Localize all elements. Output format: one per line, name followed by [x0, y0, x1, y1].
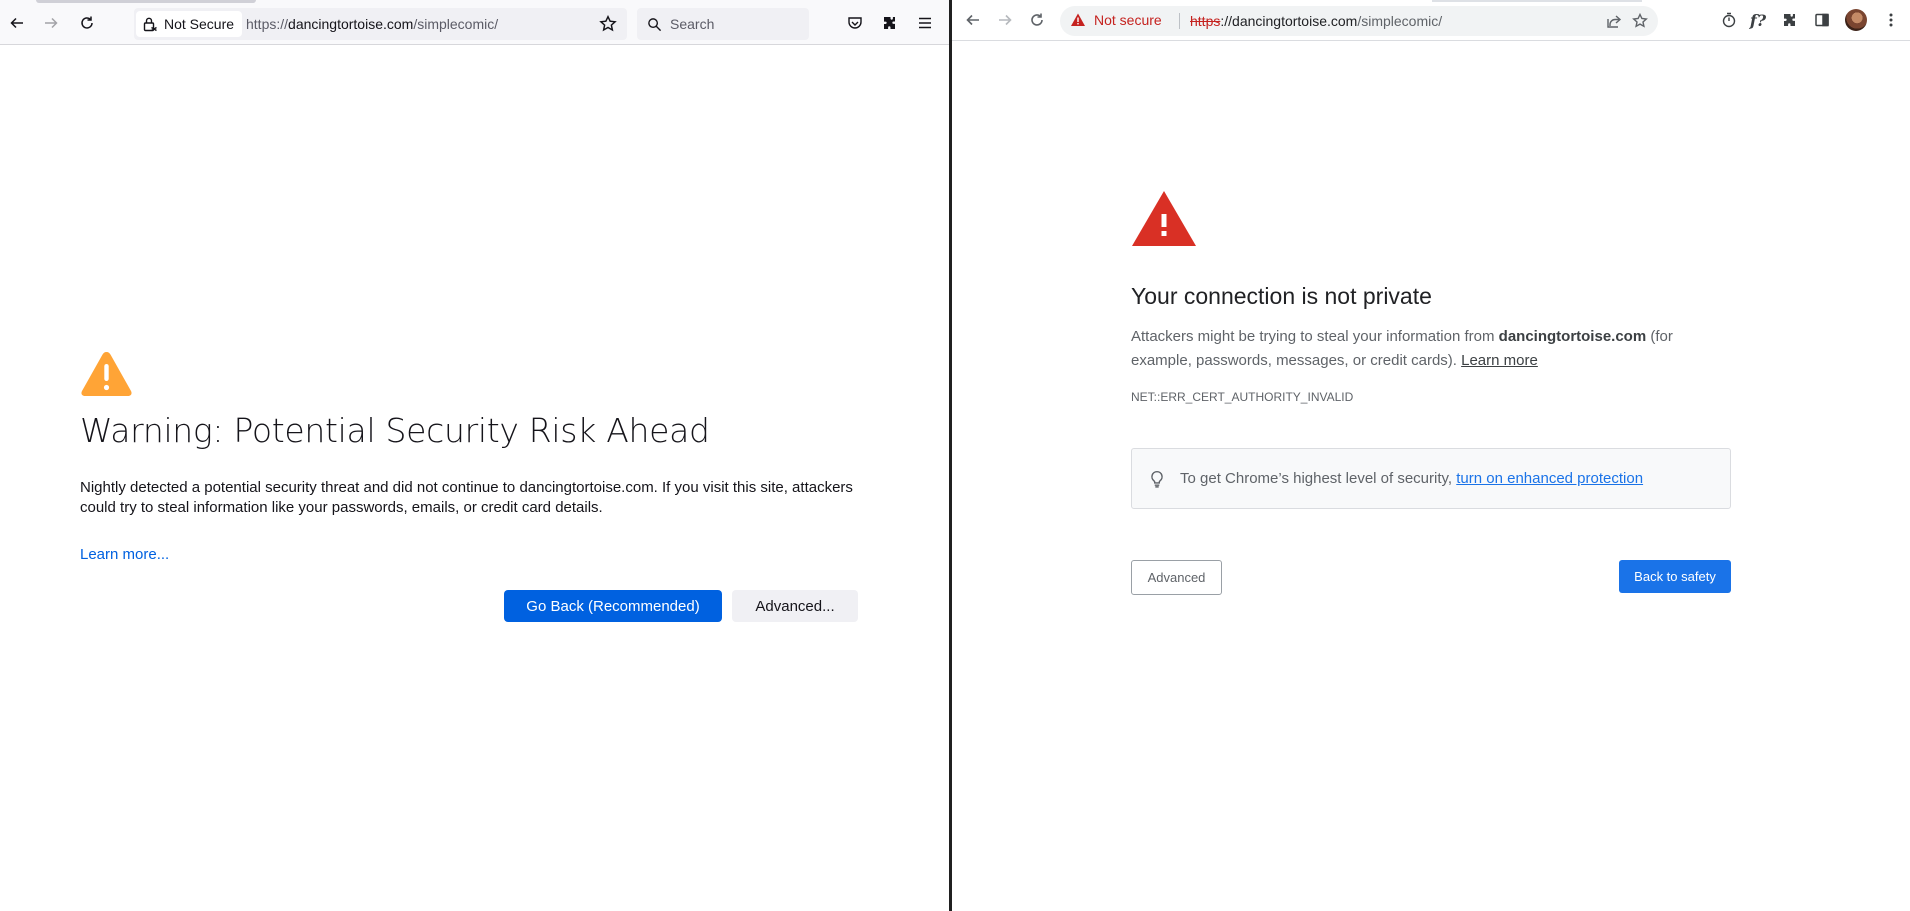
extensions-puzzle-icon[interactable]: [1781, 11, 1799, 29]
error-description: Nightly detected a potential security th…: [80, 479, 853, 516]
action-buttons: Go Back (Recommended) Advanced...: [504, 590, 858, 622]
menu-icon[interactable]: [915, 13, 935, 33]
warning-triangle-icon: [1071, 13, 1085, 26]
omnibox[interactable]: Not secure https://dancingtortoise.com/s…: [1060, 6, 1658, 36]
fx-extension-icon[interactable]: f?: [1749, 11, 1767, 30]
page-title: Your connection is not private: [1131, 283, 1432, 309]
advanced-button[interactable]: Advanced: [1131, 560, 1222, 595]
extensions-icon[interactable]: [880, 13, 900, 33]
url-text[interactable]: https://dancingtortoise.com/simplecomic/: [1190, 13, 1442, 29]
firefox-toolbar: Not Secure https://dancingtortoise.com/s…: [0, 0, 949, 45]
chrome-error-page: Your connection is not private Attackers…: [1131, 190, 1731, 595]
error-description: Attackers might be trying to steal your …: [1131, 328, 1673, 369]
search-placeholder: Search: [670, 16, 715, 32]
enhanced-protection-link[interactable]: turn on enhanced protection: [1456, 470, 1643, 487]
back-icon[interactable]: [4, 10, 30, 36]
not-secure-label: Not secure: [1094, 12, 1162, 28]
chrome-window: Not secure https://dancingtortoise.com/s…: [952, 0, 1910, 911]
page-title: Warning: Potential Security Risk Ahead: [80, 411, 710, 450]
reload-icon[interactable]: [1026, 9, 1048, 31]
bookmark-star-icon[interactable]: [1632, 13, 1648, 29]
site-host: dancingtortoise.com: [1498, 328, 1647, 345]
back-icon[interactable]: [962, 9, 984, 31]
warning-icon: [81, 352, 132, 396]
enhanced-protection-box: To get Chrome’s highest level of securit…: [1131, 448, 1731, 509]
forward-icon[interactable]: [38, 10, 64, 36]
kebab-menu-icon[interactable]: [1882, 11, 1900, 29]
url-text[interactable]: https://dancingtortoise.com/simplecomic/: [246, 16, 498, 32]
not-secure-label: Not Secure: [164, 16, 235, 32]
share-icon[interactable]: [1606, 13, 1622, 29]
chrome-tab-strip[interactable]: [1432, 0, 1642, 2]
error-code: NET::ERR_CERT_AUTHORITY_INVALID: [1131, 390, 1354, 404]
go-back-button[interactable]: Go Back (Recommended): [504, 590, 722, 622]
back-to-safety-button[interactable]: Back to safety: [1619, 560, 1731, 593]
security-chip[interactable]: Not secure: [1070, 12, 1162, 28]
advanced-button[interactable]: Advanced...: [732, 590, 858, 622]
search-icon: [648, 17, 662, 31]
forward-icon[interactable]: [994, 9, 1016, 31]
reload-icon[interactable]: [74, 10, 100, 36]
side-panel-icon[interactable]: [1813, 11, 1831, 29]
search-box[interactable]: Search: [637, 8, 809, 40]
site-identity-button[interactable]: Not Secure: [136, 11, 243, 37]
firefox-error-page: Warning: Potential Security Risk Ahead N…: [80, 350, 870, 622]
warning-icon: [1132, 191, 1196, 246]
url-bar[interactable]: Not Secure https://dancingtortoise.com/s…: [134, 8, 627, 40]
firefox-tab-strip[interactable]: [36, 0, 256, 3]
learn-more-link[interactable]: Learn more: [1461, 352, 1538, 369]
pocket-icon[interactable]: [845, 13, 865, 33]
lightbulb-icon: [1151, 470, 1163, 488]
insecure-lock-icon: [143, 17, 157, 32]
profile-avatar[interactable]: [1845, 9, 1867, 31]
omnibox-separator: [1179, 13, 1180, 29]
learn-more-link[interactable]: Learn more...: [80, 546, 169, 563]
timer-icon[interactable]: [1720, 11, 1738, 29]
bookmark-star-icon[interactable]: [599, 15, 617, 33]
chrome-toolbar: Not secure https://dancingtortoise.com/s…: [952, 0, 1910, 41]
firefox-window: Not Secure https://dancingtortoise.com/s…: [0, 0, 949, 911]
